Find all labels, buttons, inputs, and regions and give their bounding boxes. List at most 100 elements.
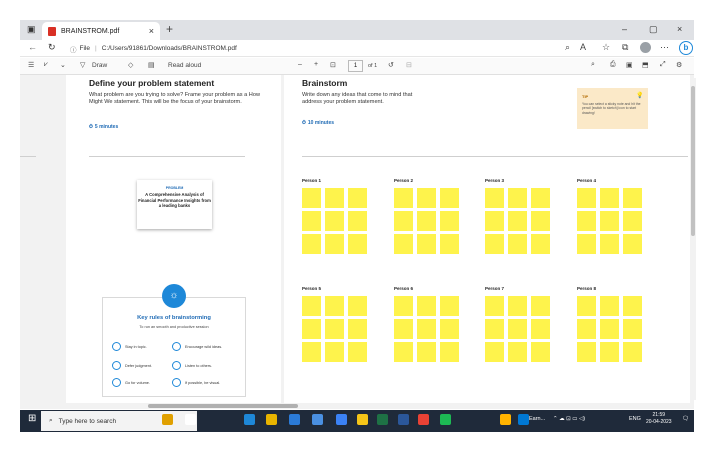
sticky-note[interactable] bbox=[485, 188, 504, 208]
earn-label[interactable]: Earn... bbox=[529, 416, 545, 422]
sticky-note[interactable] bbox=[417, 342, 436, 362]
sticky-note[interactable] bbox=[485, 211, 504, 231]
back-icon[interactable]: ← bbox=[28, 42, 37, 52]
weather-icon[interactable] bbox=[500, 414, 511, 425]
sticky-note[interactable] bbox=[348, 319, 367, 339]
rotate-icon[interactable]: ↺ bbox=[388, 61, 394, 69]
bing-icon[interactable]: b bbox=[679, 41, 693, 55]
zoom-out-button[interactable]: – bbox=[298, 61, 302, 68]
sticky-note[interactable] bbox=[531, 211, 550, 231]
vertical-scroll-thumb[interactable] bbox=[691, 86, 695, 236]
sticky-note[interactable] bbox=[485, 234, 504, 254]
sticky-note[interactable] bbox=[577, 296, 596, 316]
sticky-note[interactable] bbox=[440, 319, 459, 339]
sticky-note[interactable] bbox=[325, 211, 344, 231]
excel-icon[interactable] bbox=[377, 414, 388, 425]
zoom-icon[interactable]: ⌕ bbox=[565, 42, 570, 53]
window-menu-icon[interactable]: ▣ bbox=[27, 24, 36, 35]
sticky-note[interactable] bbox=[440, 211, 459, 231]
sticky-note[interactable] bbox=[394, 234, 413, 254]
sticky-note[interactable] bbox=[394, 188, 413, 208]
sticky-note[interactable] bbox=[325, 188, 344, 208]
draw-button[interactable]: Draw bbox=[92, 62, 107, 69]
sticky-note[interactable] bbox=[600, 211, 619, 231]
clock[interactable]: 21:59 20-04-2023 bbox=[646, 412, 672, 426]
word-icon[interactable] bbox=[398, 414, 409, 425]
sticky-note[interactable] bbox=[417, 296, 436, 316]
sticky-note[interactable] bbox=[417, 319, 436, 339]
dropbox-icon[interactable] bbox=[336, 414, 347, 425]
tray-icons[interactable]: ⌃ ☁ ⊡ ▭ ◁) bbox=[553, 416, 585, 422]
sticky-note[interactable] bbox=[577, 188, 596, 208]
sticky-note[interactable] bbox=[394, 211, 413, 231]
notification-icon[interactable]: 🗨 bbox=[682, 416, 689, 422]
sticky-note[interactable] bbox=[348, 296, 367, 316]
sticky-note[interactable] bbox=[348, 234, 367, 254]
app-icon[interactable] bbox=[357, 414, 368, 425]
sticky-note[interactable] bbox=[600, 296, 619, 316]
sticky-note[interactable] bbox=[325, 342, 344, 362]
highlight-icon[interactable]: ⩗ bbox=[44, 61, 48, 69]
sticky-note[interactable] bbox=[508, 296, 527, 316]
sticky-note[interactable] bbox=[302, 342, 321, 362]
photos-icon[interactable] bbox=[518, 414, 529, 425]
draw-icon[interactable]: ▽ bbox=[80, 61, 85, 69]
new-tab-button[interactable]: + bbox=[166, 22, 173, 36]
collections-icon[interactable]: ⧉ bbox=[622, 42, 628, 53]
sticky-note[interactable] bbox=[600, 188, 619, 208]
view-icon[interactable]: ▤ bbox=[148, 61, 155, 69]
fit-page-icon[interactable]: ⊡ bbox=[330, 61, 336, 69]
read-aloud-icon[interactable]: A bbox=[580, 42, 586, 52]
more-icon[interactable]: ⋯ bbox=[660, 42, 669, 53]
contents-icon[interactable]: ☰ bbox=[28, 61, 34, 69]
sticky-note[interactable] bbox=[577, 342, 596, 362]
tab-close-icon[interactable]: × bbox=[149, 26, 154, 36]
task-view-icon[interactable] bbox=[185, 414, 196, 425]
close-window-button[interactable]: × bbox=[677, 24, 682, 34]
sticky-note[interactable] bbox=[508, 342, 527, 362]
sticky-note[interactable] bbox=[302, 234, 321, 254]
sticky-note[interactable] bbox=[508, 319, 527, 339]
save-icon[interactable]: ▣ bbox=[626, 61, 633, 69]
cortana-icon[interactable] bbox=[162, 414, 173, 425]
mail-icon[interactable] bbox=[312, 414, 323, 425]
sticky-note[interactable] bbox=[302, 319, 321, 339]
horizontal-scroll-thumb[interactable] bbox=[148, 404, 298, 408]
horizontal-scrollbar[interactable] bbox=[20, 403, 694, 409]
store-icon[interactable] bbox=[289, 414, 300, 425]
favorites-icon[interactable]: ☆ bbox=[602, 42, 610, 53]
sticky-note[interactable] bbox=[348, 342, 367, 362]
sticky-note[interactable] bbox=[508, 234, 527, 254]
sticky-note[interactable] bbox=[417, 188, 436, 208]
erase-icon[interactable]: ◇ bbox=[128, 61, 133, 69]
print-icon[interactable]: ⎙ bbox=[610, 61, 616, 69]
sticky-note[interactable] bbox=[348, 211, 367, 231]
sticky-note[interactable] bbox=[302, 296, 321, 316]
sticky-note[interactable] bbox=[531, 342, 550, 362]
sticky-note[interactable] bbox=[417, 211, 436, 231]
sticky-note[interactable] bbox=[600, 342, 619, 362]
sticky-note[interactable] bbox=[440, 188, 459, 208]
sticky-note[interactable] bbox=[417, 234, 436, 254]
read-aloud-button[interactable]: Read aloud bbox=[168, 62, 201, 69]
sticky-note[interactable] bbox=[302, 188, 321, 208]
profile-avatar[interactable] bbox=[640, 42, 651, 53]
sticky-note[interactable] bbox=[508, 188, 527, 208]
explorer-icon[interactable] bbox=[266, 414, 277, 425]
chrome-icon[interactable] bbox=[418, 414, 429, 425]
refresh-icon[interactable]: ↻ bbox=[48, 42, 56, 53]
page-view-icon[interactable]: ⊟ bbox=[406, 61, 412, 69]
sticky-note[interactable] bbox=[508, 211, 527, 231]
sticky-note[interactable] bbox=[440, 296, 459, 316]
zoom-in-button[interactable]: + bbox=[314, 61, 318, 68]
sticky-note[interactable] bbox=[485, 296, 504, 316]
sticky-note[interactable] bbox=[485, 319, 504, 339]
sticky-note[interactable] bbox=[440, 342, 459, 362]
page-number-input[interactable]: 1 bbox=[348, 60, 363, 72]
sticky-note[interactable] bbox=[325, 296, 344, 316]
tab-brainstorm-pdf[interactable]: BRAINSTROM.pdf × bbox=[42, 22, 160, 40]
windows-start-icon[interactable]: ⊞ bbox=[28, 413, 36, 424]
sticky-note[interactable] bbox=[623, 319, 642, 339]
save-as-icon[interactable]: ⬒ bbox=[642, 61, 649, 69]
settings-icon[interactable]: ⚙ bbox=[676, 61, 682, 69]
